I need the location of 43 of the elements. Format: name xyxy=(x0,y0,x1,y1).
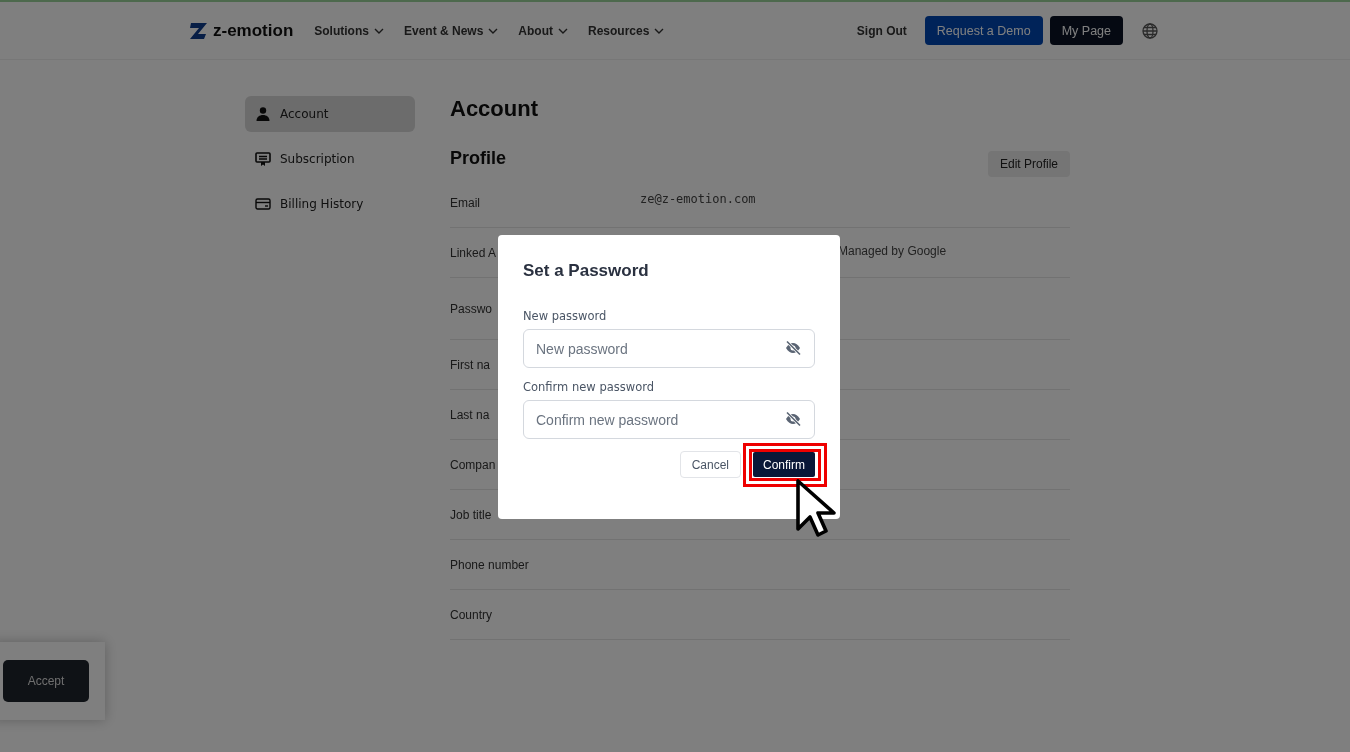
nav-menu-item[interactable]: Resources xyxy=(587,23,665,38)
my-page-button[interactable]: My Page xyxy=(1049,16,1123,45)
nav-menu-item[interactable]: Solutions xyxy=(314,23,384,38)
cancel-button[interactable]: Cancel xyxy=(679,451,741,478)
sidebar-item[interactable]: Subscription xyxy=(245,141,415,177)
eye-slash-icon xyxy=(783,411,803,427)
accept-button[interactable]: Accept xyxy=(3,660,89,702)
sidebar-item[interactable]: Account xyxy=(245,96,415,132)
nav-menu-item[interactable]: Event & News xyxy=(403,23,499,38)
field-label: Confirm new password xyxy=(523,380,655,394)
globe-icon xyxy=(1142,22,1158,39)
field-label: Country xyxy=(450,607,493,622)
dialog-title: Set a Password xyxy=(523,261,650,281)
sign-out-link[interactable]: Sign Out xyxy=(856,23,907,38)
chevron-down-icon xyxy=(654,27,665,34)
card-icon xyxy=(255,196,271,212)
eye-slash-icon xyxy=(783,340,803,356)
nav-menu-item[interactable]: About xyxy=(518,23,568,38)
password-field[interactable]: New password xyxy=(523,329,815,368)
person-icon xyxy=(255,106,271,122)
page-title: Account xyxy=(450,96,539,123)
edit-profile-button[interactable]: Edit Profile xyxy=(987,151,1070,177)
section-title: Profile xyxy=(450,147,506,169)
field-label: New password xyxy=(523,309,608,323)
logo-text[interactable]: z-emotion xyxy=(213,20,294,41)
password-field[interactable]: Confirm new password xyxy=(523,400,815,439)
logo-icon xyxy=(190,22,208,39)
confirm-button[interactable]: Confirm xyxy=(753,452,815,477)
field-label: Email xyxy=(450,196,480,210)
request-demo-button[interactable]: Request a Demo xyxy=(924,16,1043,45)
chevron-down-icon xyxy=(488,27,499,34)
field-label: Passwo xyxy=(450,301,493,316)
sidebar-item[interactable]: Billing History xyxy=(245,186,415,222)
chevron-down-icon xyxy=(557,27,568,34)
field-label: First na xyxy=(450,357,490,372)
field-label: Job title xyxy=(450,507,492,522)
field-label: Compan xyxy=(450,457,496,472)
field-label: Linked A xyxy=(450,245,497,260)
field-value: ze@z-emotion.com xyxy=(640,192,756,206)
chevron-down-icon xyxy=(373,27,384,34)
field-label: Last na xyxy=(450,407,490,422)
certificate-icon xyxy=(255,151,271,167)
field-label: Phone number xyxy=(450,557,529,572)
